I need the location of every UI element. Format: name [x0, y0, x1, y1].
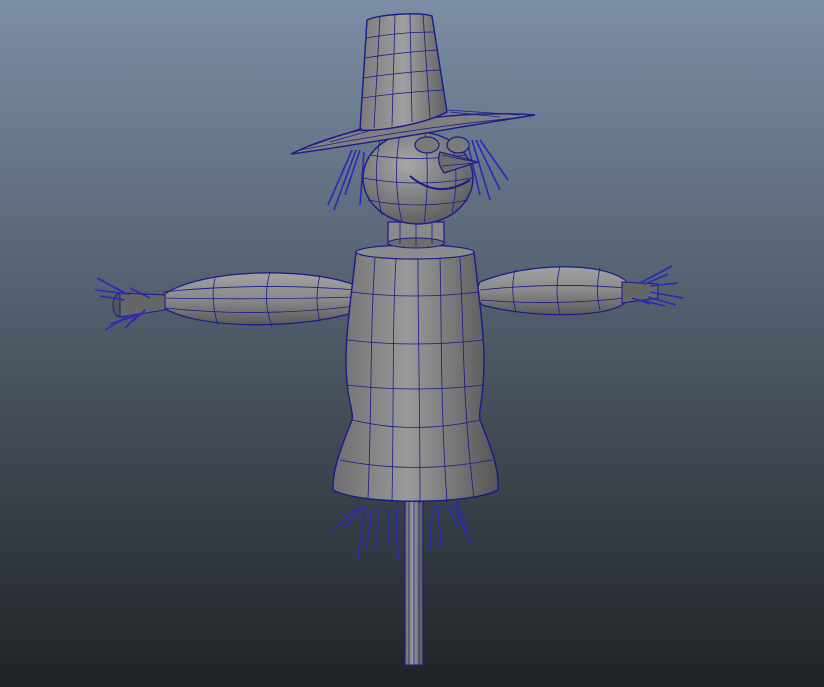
- hat[interactable]: [290, 12, 536, 155]
- right-arm[interactable]: [476, 265, 659, 316]
- scarecrow-model[interactable]: [0, 0, 824, 687]
- torso[interactable]: [332, 244, 499, 504]
- right-eye: [446, 136, 470, 154]
- left-arm[interactable]: [112, 271, 361, 328]
- left-eye: [414, 136, 440, 154]
- 3d-viewport[interactable]: [0, 0, 824, 687]
- pole[interactable]: [404, 494, 424, 666]
- bottom-straw: [333, 501, 473, 563]
- neck[interactable]: [387, 221, 445, 249]
